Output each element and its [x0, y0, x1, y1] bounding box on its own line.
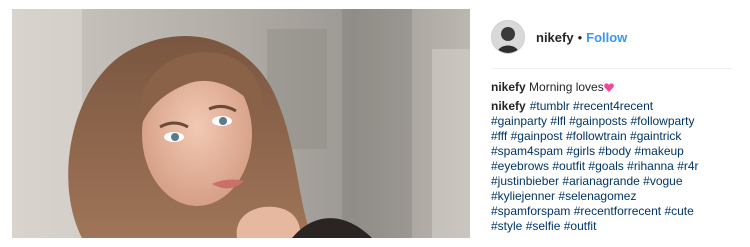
- hashtag-link[interactable]: #spam4spam: [491, 144, 563, 158]
- comment-username[interactable]: nikefy: [491, 99, 526, 113]
- comment-line-6: #justinbieber #arianagrande #vogue: [491, 174, 736, 189]
- hashtag-link[interactable]: #recent4recent: [573, 99, 653, 113]
- comment-line-1: nikefy #tumblr #recent4recent: [491, 99, 736, 114]
- separator-dot: •: [577, 29, 583, 45]
- post-side-panel: nikefy • Follow nikefy Morning loves nik…: [479, 0, 750, 247]
- username-link[interactable]: nikefy: [536, 30, 574, 45]
- hashtag-link[interactable]: #fff: [491, 129, 507, 143]
- hashtag-link[interactable]: #vogue: [643, 174, 682, 188]
- hashtag-link[interactable]: #selenagomez: [558, 189, 636, 203]
- hashtag-link[interactable]: #gainposts: [569, 114, 627, 128]
- comment-line-8: #spamforspam #recentforrecent #cute: [491, 204, 736, 219]
- hashtag-link[interactable]: #spamforspam: [491, 204, 570, 218]
- caption-username[interactable]: nikefy: [491, 80, 526, 94]
- hashtag-link[interactable]: #kyliejenner: [491, 189, 555, 203]
- hashtag-link[interactable]: #body: [598, 144, 631, 158]
- comment-line-2: #gainparty #lfl #gainposts #followparty: [491, 114, 736, 129]
- hashtag-link[interactable]: #outfit: [552, 159, 585, 173]
- hashtag-link[interactable]: #justinbieber: [491, 174, 559, 188]
- comment-line-9: #style #selfie #outfit: [491, 219, 736, 234]
- hashtag-link[interactable]: #gaintrick: [630, 129, 681, 143]
- hashtag-link[interactable]: #rihanna: [627, 159, 674, 173]
- follow-button[interactable]: Follow: [586, 30, 627, 45]
- post-header: nikefy • Follow: [491, 20, 741, 54]
- avatar-image: [492, 21, 524, 53]
- hashtag-link[interactable]: #lfl: [550, 114, 565, 128]
- post-photo[interactable]: [12, 9, 470, 238]
- post-caption: nikefy Morning loves: [491, 80, 736, 95]
- hashtag-link[interactable]: #style: [491, 219, 522, 233]
- hashtag-link[interactable]: #tumblr: [530, 99, 570, 113]
- hashtag-link[interactable]: #r4r: [677, 159, 698, 173]
- hashtag-link[interactable]: #followtrain: [566, 129, 627, 143]
- hashtag-link[interactable]: #followparty: [630, 114, 694, 128]
- portrait-photo-image: [12, 9, 470, 238]
- hashtag-link[interactable]: #girls: [566, 144, 595, 158]
- header-divider: [491, 68, 732, 69]
- hashtag-link[interactable]: #arianagrande: [562, 174, 639, 188]
- instagram-post: nikefy • Follow nikefy Morning loves nik…: [0, 0, 750, 247]
- comment-line-5: #eyebrows #outfit #goals #rihanna #r4r: [491, 159, 736, 174]
- avatar[interactable]: [491, 20, 525, 54]
- comment-line-4: #spam4spam #girls #body #makeup: [491, 144, 736, 159]
- comment-line-7: #kyliejenner #selenagomez: [491, 189, 736, 204]
- comment-line-3: #fff #gainpost #followtrain #gaintrick: [491, 129, 736, 144]
- caption-text: Morning loves: [529, 80, 604, 94]
- hashtag-link[interactable]: #makeup: [634, 144, 683, 158]
- hashtag-link[interactable]: #recentforrecent: [574, 204, 661, 218]
- hashtag-link[interactable]: #cute: [664, 204, 693, 218]
- hashtag-link[interactable]: #selfie: [526, 219, 561, 233]
- hashtag-comment: nikefy #tumblr #recent4recent #gainparty …: [491, 99, 736, 234]
- hashtag-link[interactable]: #goals: [588, 159, 623, 173]
- hashtag-link[interactable]: #outfit: [564, 219, 597, 233]
- hashtag-link[interactable]: #gainpost: [511, 129, 563, 143]
- hashtag-link[interactable]: #gainparty: [491, 114, 547, 128]
- heart-icon: [603, 83, 614, 92]
- hashtag-link[interactable]: #eyebrows: [491, 159, 549, 173]
